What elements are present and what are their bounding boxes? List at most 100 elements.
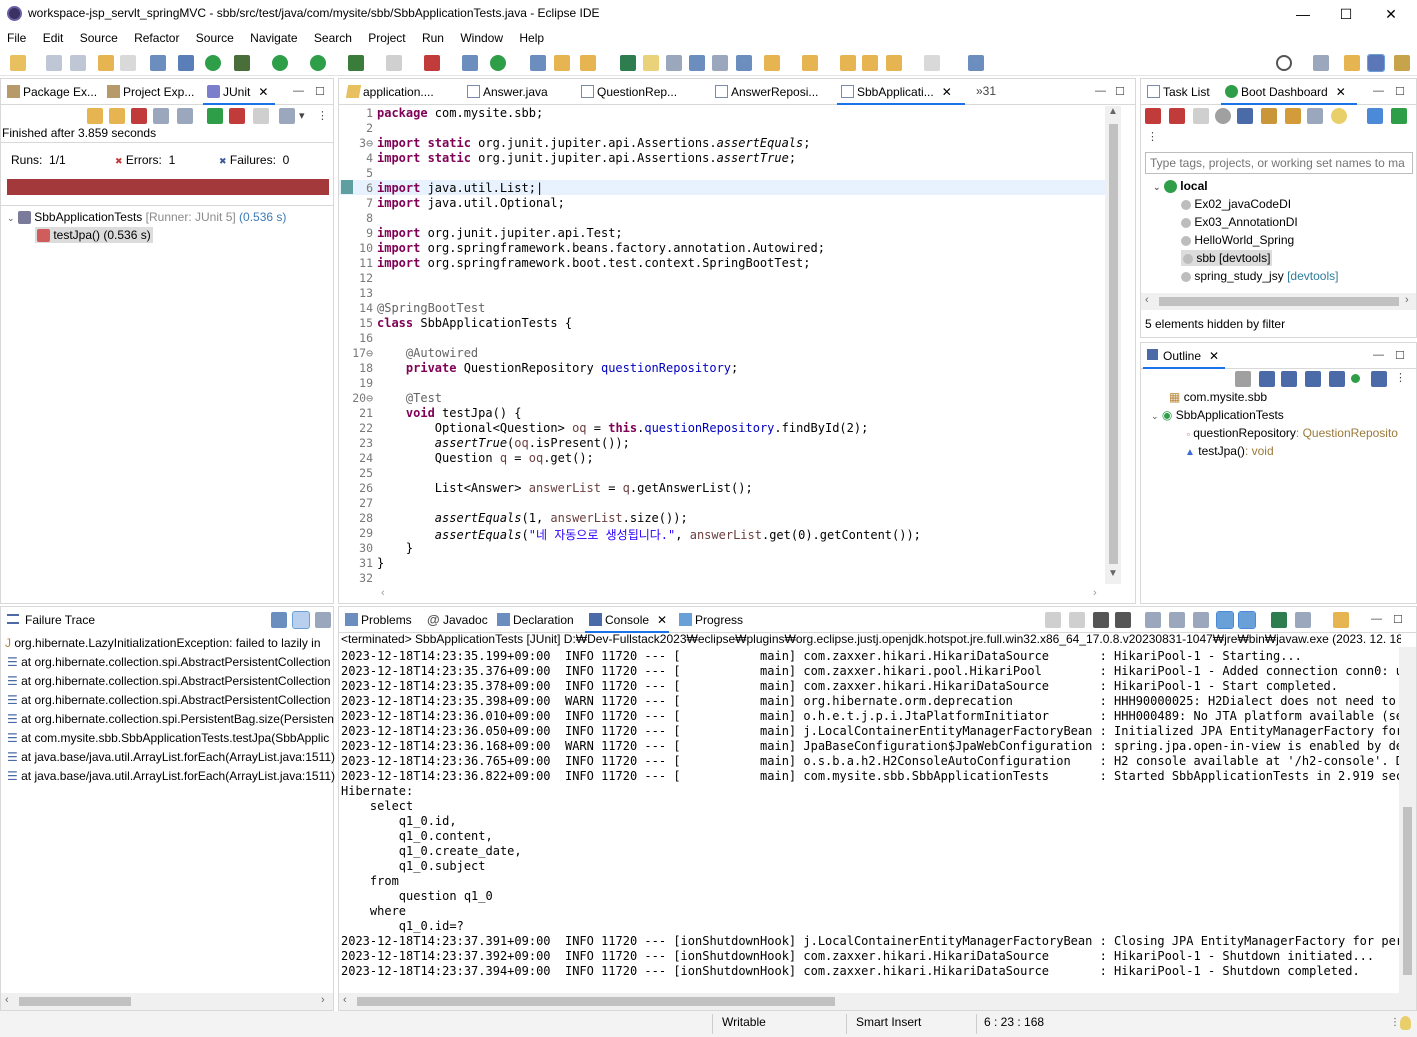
- remove-terminated-icon[interactable]: [1115, 612, 1131, 628]
- search-icon[interactable]: [1276, 55, 1292, 71]
- redo-icon[interactable]: [120, 55, 136, 71]
- tab-sbb-application-tests[interactable]: SbbApplicati... ✕: [837, 79, 965, 105]
- outline-method[interactable]: ▲ testJpa(): void: [1185, 444, 1274, 458]
- tab-package-explorer[interactable]: Package Ex...: [3, 79, 99, 105]
- scroll-left-icon[interactable]: ‹: [343, 994, 347, 1006]
- tab-answer-repository[interactable]: AnswerReposi...: [711, 79, 841, 105]
- terminal-icon[interactable]: [150, 55, 166, 71]
- forward-arrow-icon[interactable]: [924, 55, 940, 71]
- minimize-icon[interactable]: —: [1095, 85, 1106, 97]
- tab-project-explorer[interactable]: Project Exp...: [103, 79, 201, 105]
- debug-perspective-icon[interactable]: [1394, 55, 1410, 71]
- skipped-icon[interactable]: [177, 108, 193, 124]
- show-whitespace-icon[interactable]: [712, 55, 728, 71]
- new-java-project-icon[interactable]: [462, 55, 478, 71]
- maximize-icon[interactable]: ☐: [1395, 349, 1405, 362]
- open-perspective-icon[interactable]: [1313, 55, 1329, 71]
- open-browser-icon[interactable]: [1215, 108, 1231, 124]
- save-icon[interactable]: [46, 55, 62, 71]
- hide-nonpublic-icon[interactable]: [1351, 374, 1360, 383]
- close-icon[interactable]: ✕: [942, 85, 952, 99]
- scroll-thumb[interactable]: [19, 997, 131, 1006]
- scroll-right-icon[interactable]: ›: [1093, 587, 1097, 599]
- copy-trace-icon[interactable]: [315, 612, 331, 628]
- chevron-down-icon[interactable]: ⌄: [7, 213, 15, 223]
- trace-line[interactable]: ☰ at org.hibernate.collection.spi.Abstra…: [7, 655, 331, 669]
- focus-icon[interactable]: [1235, 371, 1251, 387]
- vertical-scrollbar[interactable]: [1399, 647, 1416, 995]
- remove-launch-icon[interactable]: [1045, 612, 1061, 628]
- word-wrap-icon[interactable]: [689, 55, 705, 71]
- debug-icon[interactable]: [234, 55, 250, 71]
- outline-package[interactable]: ▦ com.mysite.sbb: [1169, 390, 1267, 404]
- boot-app-item-selected[interactable]: sbb [devtools]: [1181, 250, 1273, 266]
- maximize-icon[interactable]: ☐: [1395, 85, 1405, 98]
- sort-icon[interactable]: [1281, 371, 1297, 387]
- console-output[interactable]: 2023-12-18T14:23:35.199+09:00 INFO 11720…: [339, 647, 1399, 995]
- open-task-icon[interactable]: [554, 55, 570, 71]
- maximize-icon[interactable]: ☐: [1115, 85, 1125, 98]
- view-menu-icon[interactable]: ▾: [299, 109, 305, 122]
- scroll-lock-icon[interactable]: [153, 108, 169, 124]
- menu-file[interactable]: File: [0, 28, 32, 45]
- tab-junit[interactable]: JUnit ✕: [203, 79, 275, 105]
- vertical-scrollbar[interactable]: ▲ ▼: [1105, 106, 1121, 584]
- menu-refactor[interactable]: Refactor: [127, 28, 185, 45]
- display-console-icon[interactable]: [1295, 612, 1311, 628]
- boot-app-item[interactable]: HelloWorld_Spring: [1181, 233, 1294, 247]
- coverage-icon[interactable]: [310, 55, 326, 71]
- scroll-lock-icon[interactable]: [1169, 612, 1185, 628]
- maximize-button[interactable]: ☐: [1326, 2, 1366, 26]
- pin-editor-icon[interactable]: [968, 55, 984, 71]
- debug-icon[interactable]: [1169, 108, 1185, 124]
- menu-navigate[interactable]: Navigate: [243, 28, 303, 45]
- trace-line[interactable]: ☰ at org.hibernate.collection.spi.Abstra…: [7, 674, 331, 688]
- last-edit-icon[interactable]: [840, 55, 856, 71]
- more-icon[interactable]: ⋮: [1395, 371, 1406, 384]
- maximize-icon[interactable]: ☐: [1393, 613, 1403, 626]
- save-all-icon[interactable]: [70, 55, 86, 71]
- compare-icon[interactable]: [271, 612, 287, 628]
- undo-icon[interactable]: [98, 55, 114, 71]
- menu-help[interactable]: Help: [512, 28, 550, 45]
- start-icon[interactable]: [1145, 108, 1161, 124]
- close-icon[interactable]: ✕: [1209, 349, 1219, 363]
- run-icon[interactable]: [272, 55, 288, 71]
- more-icon[interactable]: ⋮: [317, 109, 328, 122]
- open-console-icon[interactable]: [1333, 612, 1349, 628]
- link-icon[interactable]: [1261, 108, 1277, 124]
- minimize-icon[interactable]: —: [1373, 349, 1384, 361]
- menu-source-2[interactable]: Source: [189, 28, 240, 45]
- trace-line[interactable]: J org.hibernate.LazyInitializationExcept…: [5, 636, 321, 650]
- pin-console-icon[interactable]: [1271, 612, 1287, 628]
- block-selection-icon[interactable]: [666, 55, 682, 71]
- prev-annotation-icon[interactable]: [802, 55, 818, 71]
- horizontal-scrollbar[interactable]: ‹ ›: [1141, 293, 1416, 310]
- toggle-breadcrumb-icon[interactable]: [620, 55, 636, 71]
- show-stderr-icon[interactable]: [1238, 611, 1256, 629]
- trace-line[interactable]: ☰ at org.hibernate.collection.spi.Persis…: [7, 712, 334, 726]
- pilcrow-icon[interactable]: [736, 55, 752, 71]
- lightbulb-icon[interactable]: [1400, 1016, 1411, 1030]
- filter-icon[interactable]: [1367, 108, 1383, 124]
- scroll-thumb[interactable]: [1109, 124, 1118, 564]
- close-icon[interactable]: ✕: [1336, 85, 1346, 99]
- trace-line[interactable]: ☰ at com.mysite.sbb.SbbApplicationTests.…: [7, 731, 329, 745]
- tab-overflow[interactable]: »31: [976, 84, 996, 98]
- tree-row-test-class[interactable]: ⌄ SbbApplicationTests [Runner: JUnit 5] …: [7, 210, 286, 225]
- filter-input[interactable]: [1145, 152, 1413, 174]
- stop-test-icon[interactable]: [253, 108, 269, 124]
- terminate-icon[interactable]: [1069, 612, 1085, 628]
- scroll-left-icon[interactable]: ‹: [1145, 294, 1149, 306]
- java-perspective-icon[interactable]: [1367, 54, 1385, 72]
- more-icon[interactable]: ⋮: [1390, 1017, 1400, 1028]
- tab-outline[interactable]: Outline ✕: [1143, 343, 1225, 369]
- mark-occurrences-icon[interactable]: [643, 55, 659, 71]
- tree-node-local[interactable]: ⌄ local: [1153, 179, 1208, 194]
- clear-console-icon[interactable]: [1145, 612, 1161, 628]
- horizontal-scrollbar[interactable]: ‹ ›: [1, 993, 333, 1010]
- prev-failure-icon[interactable]: [109, 108, 125, 124]
- scroll-down-icon[interactable]: ▼: [1108, 568, 1118, 579]
- hide-static-icon[interactable]: [1329, 371, 1345, 387]
- tab-question-repository[interactable]: QuestionRep...: [577, 79, 707, 105]
